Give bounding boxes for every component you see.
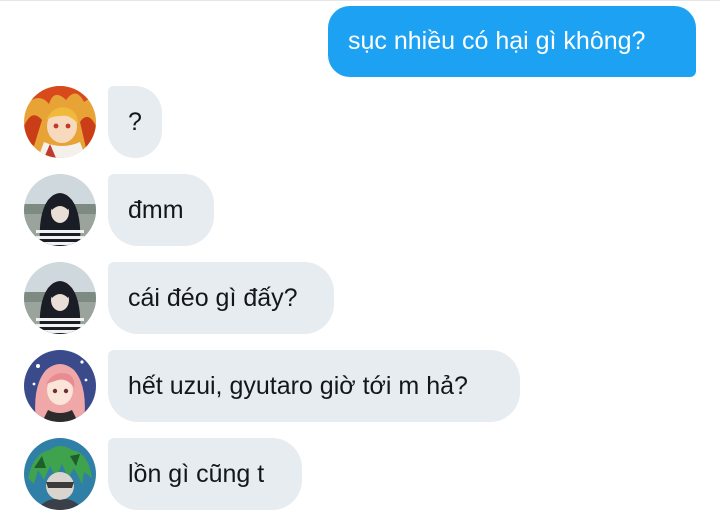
obanai-avatar-icon[interactable] bbox=[24, 174, 96, 246]
incoming-message-text: lồn gì cũng t bbox=[128, 459, 265, 488]
outgoing-message-text: sục nhiều có hại gì không? bbox=[348, 27, 646, 55]
incoming-message-text: cái đéo gì đấy? bbox=[128, 283, 298, 312]
incoming-message-bubble[interactable]: ? bbox=[108, 86, 162, 158]
incoming-message-text: hết uzui, gyutaro giờ tới m hả? bbox=[128, 371, 468, 400]
incoming-message-bubble[interactable]: lồn gì cũng t bbox=[108, 438, 302, 510]
incoming-message-text: ? bbox=[128, 107, 142, 136]
green-hair-avatar-icon[interactable] bbox=[24, 438, 96, 510]
top-divider bbox=[0, 0, 720, 1]
obanai-avatar-icon[interactable] bbox=[24, 262, 96, 334]
incoming-message-bubble[interactable]: đmm bbox=[108, 174, 214, 246]
incoming-message-bubble[interactable]: hết uzui, gyutaro giờ tới m hả? bbox=[108, 350, 520, 422]
incoming-message-bubble[interactable]: cái đéo gì đấy? bbox=[108, 262, 334, 334]
sabito-avatar-icon[interactable] bbox=[24, 350, 96, 422]
outgoing-message-bubble[interactable]: sục nhiều có hại gì không? bbox=[328, 6, 696, 77]
rengoku-avatar-icon[interactable] bbox=[24, 86, 96, 158]
incoming-message-text: đmm bbox=[128, 195, 184, 224]
